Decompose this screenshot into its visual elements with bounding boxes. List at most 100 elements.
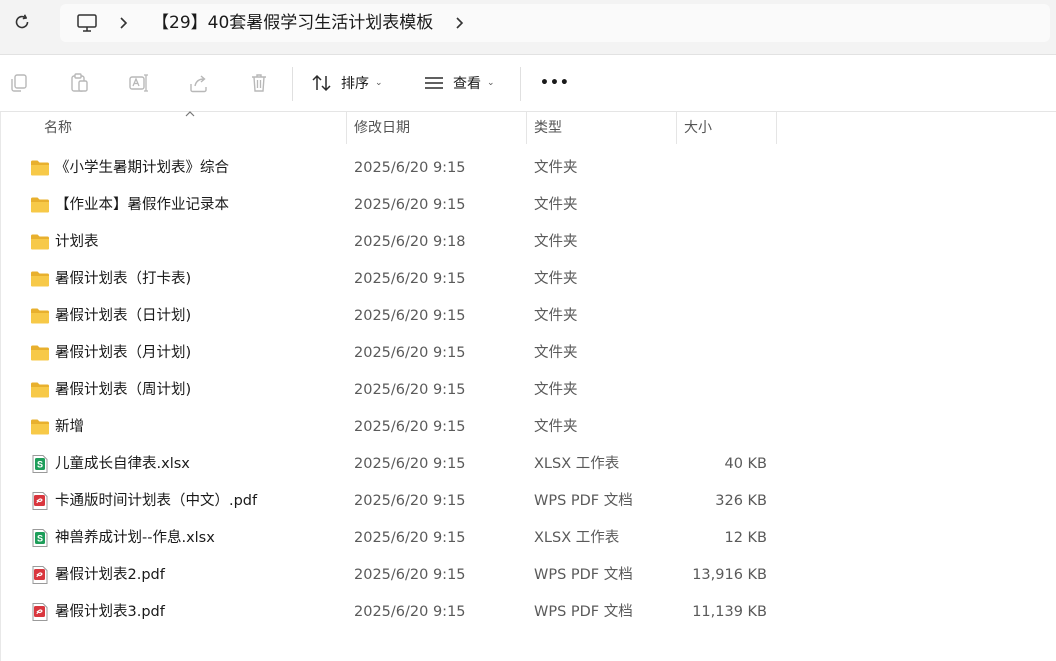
file-date: 2025/6/20 9:15: [354, 493, 466, 509]
more-options-button[interactable]: •••: [540, 69, 570, 97]
file-name: 暑假计划表3.pdf: [55, 604, 165, 620]
svg-text:S: S: [37, 534, 43, 544]
file-size: 40 KB: [724, 456, 767, 472]
file-size: 12 KB: [724, 530, 767, 546]
file-name: 暑假计划表（日计划): [55, 308, 192, 324]
file-type: WPS PDF 文档: [534, 493, 633, 509]
file-type: 文件夹: [534, 382, 578, 398]
copy-icon: [11, 74, 27, 92]
column-divider[interactable]: [526, 112, 527, 144]
command-bar: 排序 ⌄ 查看 ⌄ •••: [0, 55, 1056, 112]
file-date: 2025/6/20 9:15: [354, 604, 466, 620]
file-row[interactable]: 暑假计划表3.pdf 2025/6/20 9:15 WPS PDF 文档 11,139…: [0, 594, 1056, 631]
chevron-right-icon[interactable]: [118, 14, 130, 32]
pdf-file-icon: [30, 492, 50, 510]
file-row[interactable]: 暑假计划表（打卡表) 2025/6/20 9:15 文件夹: [0, 261, 1056, 298]
folder-icon: [30, 159, 50, 177]
column-header-size[interactable]: 大小: [684, 112, 712, 144]
file-name: 暑假计划表（周计划): [55, 382, 192, 398]
file-type: 文件夹: [534, 345, 578, 361]
folder-icon: [30, 233, 50, 251]
folder-icon: [30, 270, 50, 288]
paste-button[interactable]: [67, 71, 91, 95]
column-divider[interactable]: [676, 112, 677, 144]
file-name: 计划表: [55, 234, 99, 250]
share-icon: [190, 75, 207, 93]
refresh-button[interactable]: [8, 8, 36, 36]
xlsx-file-icon: S: [30, 529, 50, 547]
file-date: 2025/6/20 9:15: [354, 345, 466, 361]
column-header-type[interactable]: 类型: [534, 112, 562, 144]
column-header-date[interactable]: 修改日期: [354, 112, 410, 144]
sort-button[interactable]: 排序 ⌄: [311, 69, 383, 97]
view-button[interactable]: 查看 ⌄: [423, 69, 495, 97]
copy-button[interactable]: [7, 71, 31, 95]
file-row[interactable]: 计划表 2025/6/20 9:18 文件夹: [0, 224, 1056, 261]
file-name: 卡通版时间计划表（中文）.pdf: [55, 493, 258, 509]
breadcrumb-current-folder[interactable]: 【29】40套暑假学习生活计划表模板: [152, 4, 433, 42]
this-pc-icon[interactable]: [76, 12, 98, 34]
paste-icon: [71, 73, 88, 92]
file-row[interactable]: 暑假计划表（月计划) 2025/6/20 9:15 文件夹: [0, 335, 1056, 372]
folder-icon: [30, 196, 50, 214]
file-date: 2025/6/20 9:15: [354, 308, 466, 324]
file-date: 2025/6/20 9:15: [354, 160, 466, 176]
delete-icon: [252, 74, 266, 92]
sort-label: 排序: [341, 76, 369, 92]
rename-button[interactable]: [127, 71, 151, 95]
pdf-file-icon: [30, 566, 50, 584]
file-row[interactable]: 卡通版时间计划表（中文）.pdf 2025/6/20 9:15 WPS PDF 文档…: [0, 483, 1056, 520]
file-size: 13,916 KB: [692, 567, 767, 583]
rename-icon: [129, 74, 148, 92]
file-row[interactable]: 新增 2025/6/20 9:15 文件夹: [0, 409, 1056, 446]
file-name: 暑假计划表2.pdf: [55, 567, 165, 583]
file-size: 11,139 KB: [692, 604, 767, 620]
file-date: 2025/6/20 9:15: [354, 567, 466, 583]
file-row[interactable]: 《小学生暑期计划表》综合 2025/6/20 9:15 文件夹: [0, 150, 1056, 187]
refresh-icon: [15, 14, 29, 29]
file-row[interactable]: 暑假计划表（周计划) 2025/6/20 9:15 文件夹: [0, 372, 1056, 409]
file-row[interactable]: S 儿童成长自律表.xlsx 2025/6/20 9:15 XLSX 工作表 40 KB: [0, 446, 1056, 483]
column-divider[interactable]: [346, 112, 347, 144]
file-name: 新增: [55, 419, 84, 435]
file-row[interactable]: 暑假计划表2.pdf 2025/6/20 9:15 WPS PDF 文档 13,916…: [0, 557, 1056, 594]
file-date: 2025/6/20 9:15: [354, 271, 466, 287]
file-type: WPS PDF 文档: [534, 567, 633, 583]
file-date: 2025/6/20 9:15: [354, 456, 466, 472]
file-name: 神兽养成计划--作息.xlsx: [55, 530, 215, 546]
file-row[interactable]: 【作业本】暑假作业记录本 2025/6/20 9:15 文件夹: [0, 187, 1056, 224]
file-list: 《小学生暑期计划表》综合 2025/6/20 9:15 文件夹 【作业本】暑假作业记…: [0, 150, 1056, 631]
svg-text:S: S: [37, 460, 43, 470]
column-header-name[interactable]: 名称: [44, 112, 72, 144]
pdf-file-icon: [30, 603, 50, 621]
folder-icon: [30, 418, 50, 436]
folder-icon: [30, 307, 50, 325]
file-type: 文件夹: [534, 308, 578, 324]
file-size: 326 KB: [715, 493, 767, 509]
view-label: 查看: [453, 76, 481, 92]
file-type: WPS PDF 文档: [534, 604, 633, 620]
file-type: 文件夹: [534, 419, 578, 435]
toolbar-divider: [292, 67, 293, 101]
file-date: 2025/6/20 9:15: [354, 530, 466, 546]
file-date: 2025/6/20 9:18: [354, 234, 466, 250]
file-row[interactable]: 暑假计划表（日计划) 2025/6/20 9:15 文件夹: [0, 298, 1056, 335]
file-name: 儿童成长自律表.xlsx: [55, 456, 190, 472]
chevron-right-icon[interactable]: [454, 14, 466, 32]
file-type: 文件夹: [534, 271, 578, 287]
file-type: XLSX 工作表: [534, 530, 620, 546]
folder-icon: [30, 381, 50, 399]
chevron-down-icon: ⌄: [487, 78, 495, 88]
breadcrumb[interactable]: 【29】40套暑假学习生活计划表模板: [60, 4, 1050, 42]
delete-button[interactable]: [247, 71, 271, 95]
column-header: 名称 修改日期 类型 大小: [0, 111, 1056, 144]
folder-icon: [30, 344, 50, 362]
file-name: 《小学生暑期计划表》综合: [55, 160, 229, 176]
file-type: 文件夹: [534, 234, 578, 250]
file-type: XLSX 工作表: [534, 456, 620, 472]
file-name: 暑假计划表（打卡表): [55, 271, 192, 287]
file-name: 暑假计划表（月计划): [55, 345, 192, 361]
share-button[interactable]: [187, 71, 211, 95]
column-divider[interactable]: [776, 112, 777, 144]
file-row[interactable]: S 神兽养成计划--作息.xlsx 2025/6/20 9:15 XLSX 工作表 12…: [0, 520, 1056, 557]
